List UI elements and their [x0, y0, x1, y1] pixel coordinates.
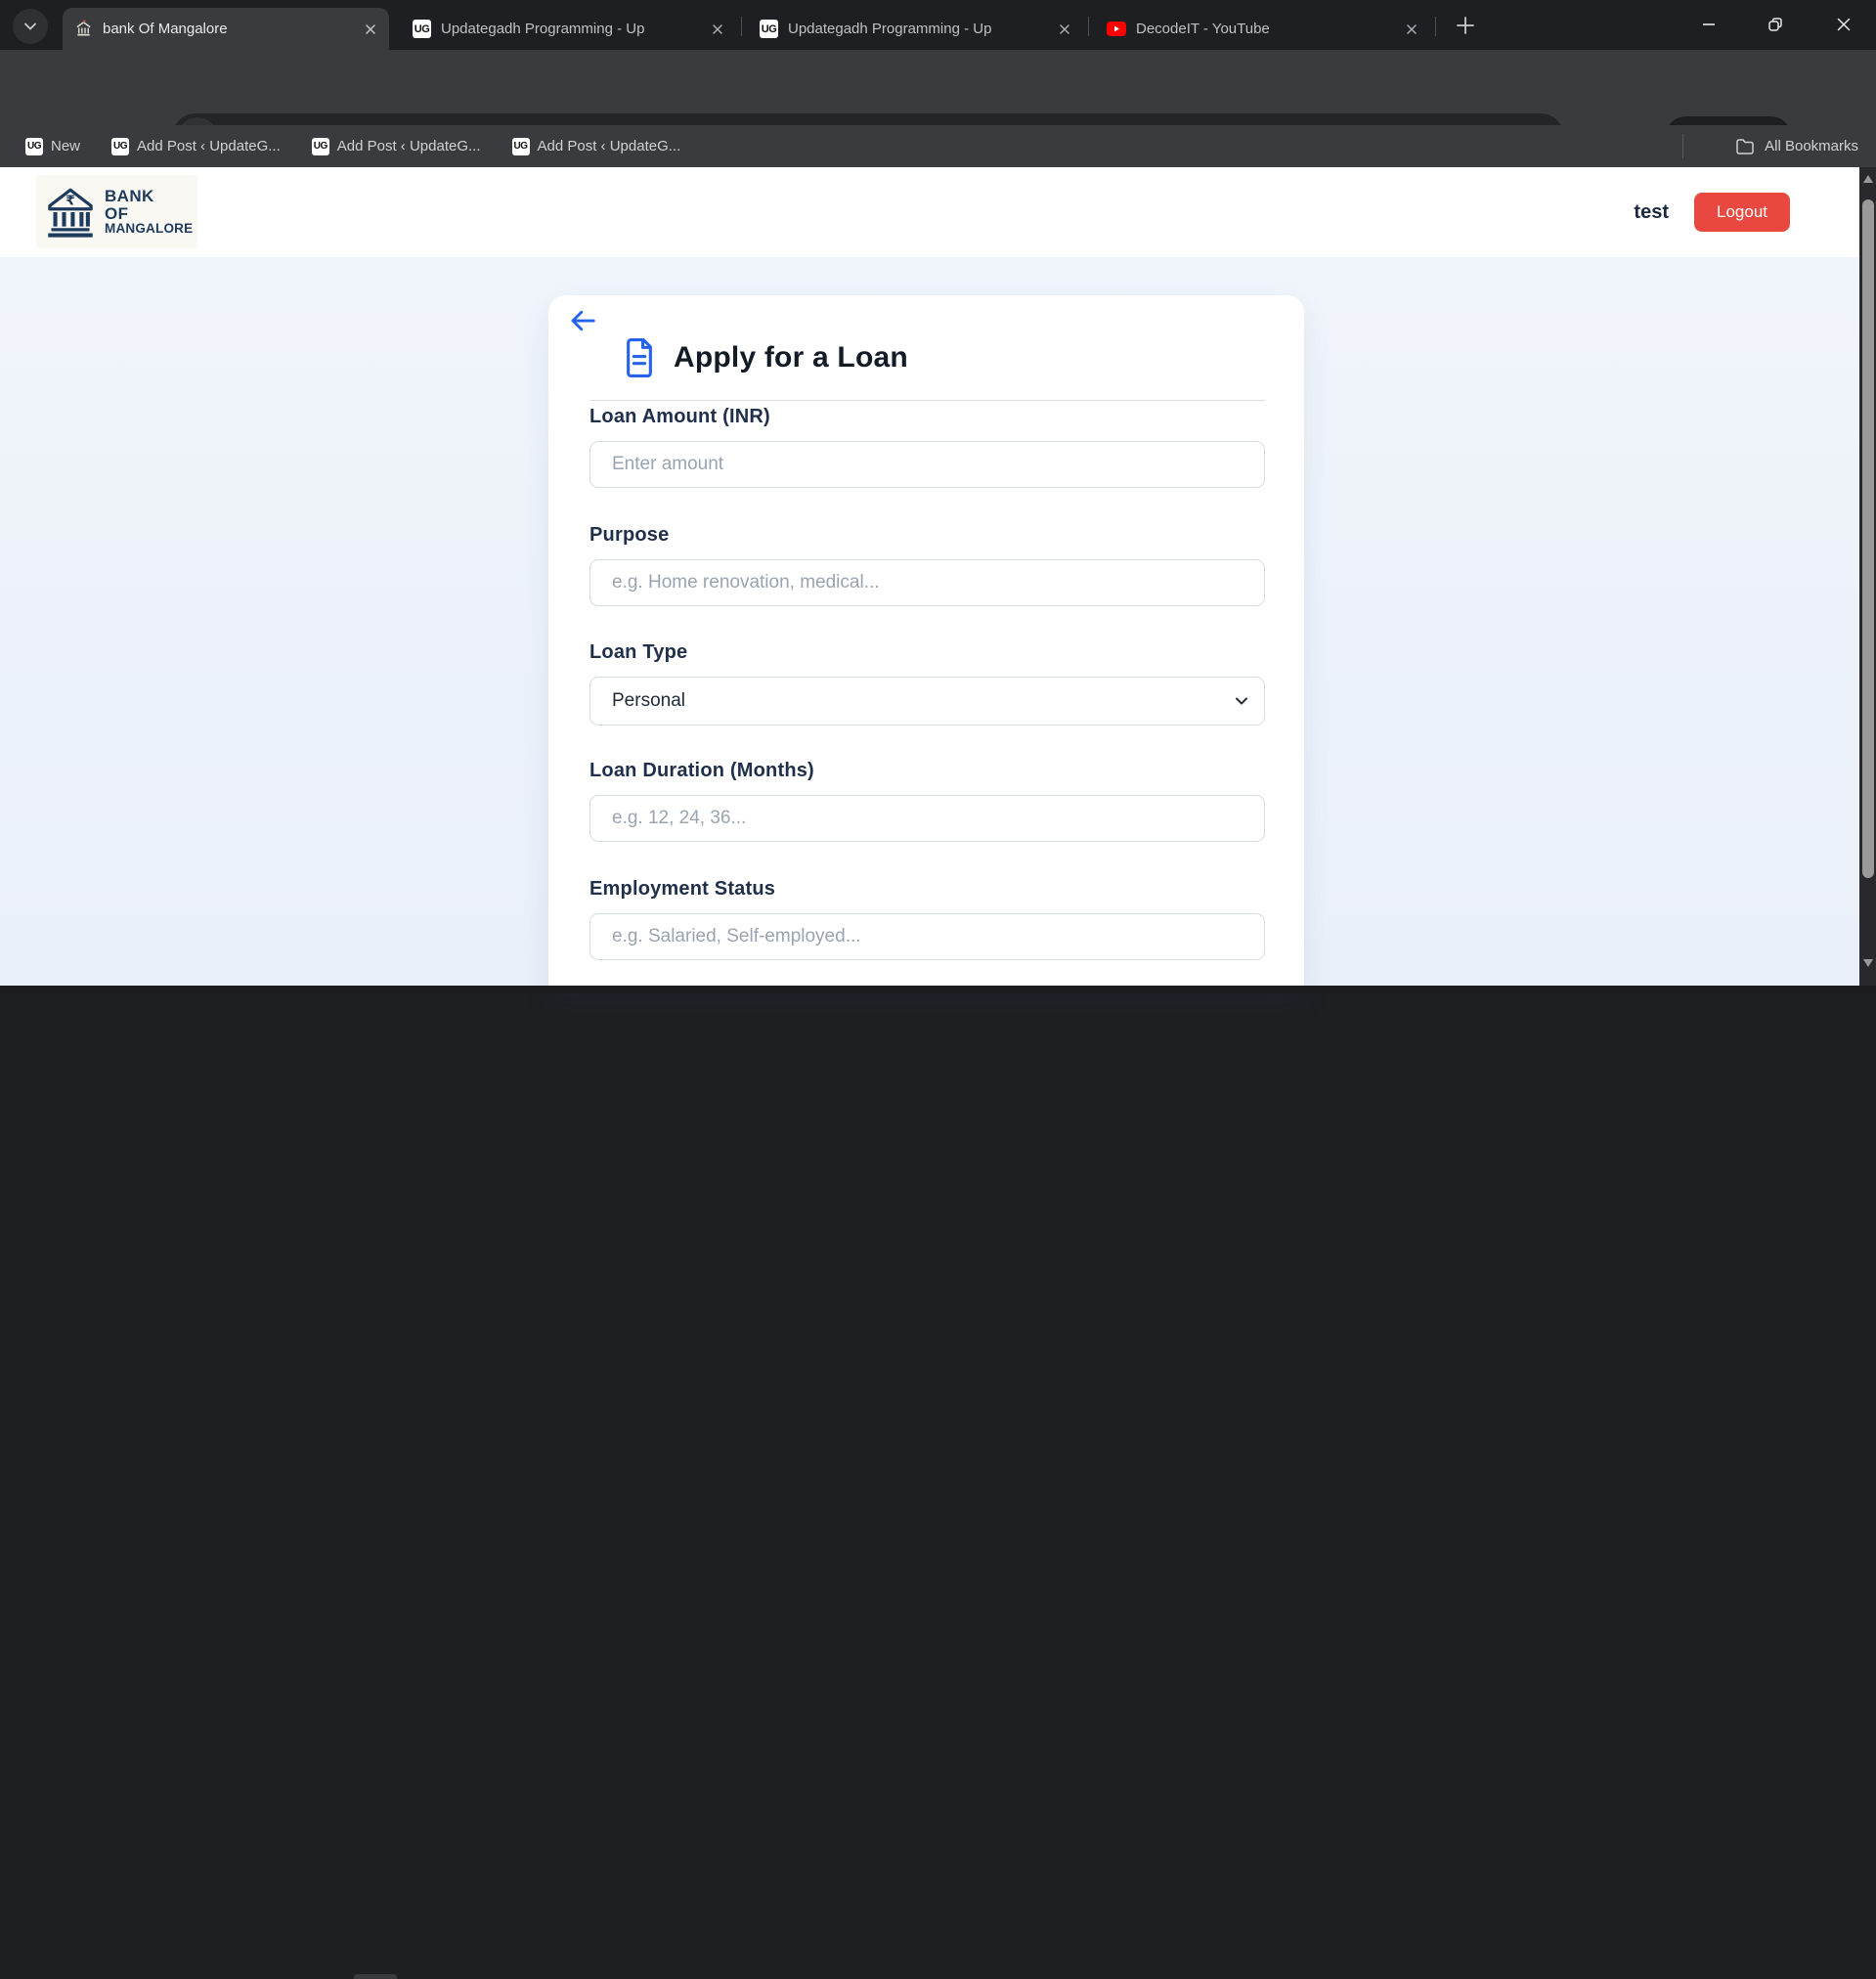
field-employment-status: Employment Status — [589, 878, 1265, 960]
chevron-down-icon — [1233, 692, 1250, 710]
tab-close-icon[interactable] — [1058, 22, 1071, 36]
tab-separator — [1088, 17, 1089, 36]
bookmark-add-post-1[interactable]: UG Add Post ‹ UpdateG... — [111, 138, 281, 155]
close-icon — [1836, 17, 1852, 32]
tab-title: Updategadh Programming - Up — [441, 21, 701, 37]
bookmark-label: Add Post ‹ UpdateG... — [137, 138, 281, 154]
bank-logo: ₹ BANK OF MANGALORE — [36, 175, 197, 248]
scroll-down-arrow-icon[interactable] — [1863, 959, 1873, 967]
bookmark-label: Add Post ‹ UpdateG... — [337, 138, 481, 154]
tab-decodeit-youtube[interactable]: DecodeIT - YouTube — [1095, 8, 1430, 50]
loan-duration-input[interactable] — [589, 795, 1265, 842]
tab-separator — [1435, 17, 1436, 36]
username: test — [1634, 201, 1669, 224]
form-title: Apply for a Loan — [674, 341, 908, 374]
loan-duration-label: Loan Duration (Months) — [589, 760, 1265, 782]
webpage: ₹ BANK OF MANGALORE test Logout — [0, 167, 1876, 986]
tab-close-icon[interactable] — [1405, 22, 1418, 36]
employment-status-input[interactable] — [589, 913, 1265, 960]
loan-type-select[interactable]: Personal — [589, 677, 1265, 726]
field-loan-type: Loan Type Personal — [589, 641, 1265, 726]
tab-search-button[interactable] — [13, 9, 48, 44]
all-bookmarks-label: All Bookmarks — [1765, 138, 1858, 154]
window-minimize-button[interactable] — [1682, 0, 1735, 49]
blue-back-arrow-icon — [568, 306, 597, 335]
window-close-button[interactable] — [1817, 0, 1870, 49]
site-header: ₹ BANK OF MANGALORE test Logout — [0, 167, 1859, 257]
taskbar-icon-peek — [354, 1974, 397, 1979]
browser-toolbar: localhost:5173/customer/loan Incognito — [0, 50, 1876, 125]
ug-favicon-icon: UG — [25, 138, 43, 155]
tab-bank-of-mangalore[interactable]: bank Of Mangalore — [63, 8, 389, 50]
bank-favicon-icon — [74, 20, 93, 38]
divider — [589, 400, 1265, 401]
tab-close-icon[interactable] — [711, 22, 724, 36]
folder-icon — [1735, 138, 1755, 155]
tab-title: bank Of Mangalore — [103, 21, 354, 37]
ug-favicon-icon: UG — [111, 138, 129, 155]
loan-amount-input[interactable] — [589, 441, 1265, 488]
back-to-dashboard-button[interactable] — [568, 306, 597, 335]
tab-title: Updategadh Programming - Up — [788, 21, 1048, 37]
ug-favicon-icon: UG — [413, 20, 431, 38]
bookmarks-bar: UG New UG Add Post ‹ UpdateG... UG Add P… — [0, 125, 1876, 167]
tab-separator — [741, 17, 742, 36]
plus-icon — [1455, 15, 1476, 36]
bookmarks-separator — [1682, 134, 1683, 158]
loan-type-label: Loan Type — [589, 641, 1265, 664]
page-scrollbar[interactable] — [1859, 167, 1876, 986]
ug-favicon-icon: UG — [760, 20, 778, 38]
purpose-label: Purpose — [589, 524, 1265, 547]
restore-icon — [1767, 16, 1784, 33]
bank-building-icon: ₹ — [45, 185, 96, 240]
youtube-favicon-icon — [1107, 22, 1126, 36]
all-bookmarks-button[interactable]: All Bookmarks — [1735, 125, 1858, 167]
purpose-input[interactable] — [589, 559, 1265, 606]
scrollbar-thumb[interactable] — [1862, 199, 1874, 878]
window-restore-button[interactable] — [1749, 0, 1802, 49]
bookmark-new[interactable]: UG New — [25, 138, 80, 155]
loan-amount-label: Loan Amount (INR) — [589, 406, 1265, 428]
ug-favicon-icon: UG — [512, 138, 530, 155]
tab-strip: bank Of Mangalore UG Updategadh Programm… — [0, 0, 1876, 50]
scroll-up-arrow-icon[interactable] — [1863, 175, 1873, 183]
loan-application-card: Apply for a Loan Loan Amount (INR) Purpo… — [548, 295, 1304, 993]
tab-updategadh-2[interactable]: UG Updategadh Programming - Up — [748, 8, 1083, 50]
bookmark-add-post-3[interactable]: UG Add Post ‹ UpdateG... — [512, 138, 681, 155]
chevron-down-icon — [23, 20, 37, 33]
bookmark-label: Add Post ‹ UpdateG... — [538, 138, 681, 154]
loan-type-value: Personal — [612, 690, 685, 712]
tab-close-icon[interactable] — [364, 22, 377, 36]
svg-text:₹: ₹ — [65, 193, 75, 208]
employment-status-label: Employment Status — [589, 878, 1265, 901]
tab-title: DecodeIT - YouTube — [1136, 21, 1395, 37]
ug-favicon-icon: UG — [312, 138, 329, 155]
tab-updategadh-1[interactable]: UG Updategadh Programming - Up — [401, 8, 736, 50]
bookmark-add-post-2[interactable]: UG Add Post ‹ UpdateG... — [312, 138, 481, 155]
bank-logo-text: BANK OF MANGALORE — [105, 188, 193, 235]
form-title-row: Apply for a Loan — [623, 338, 908, 377]
field-purpose: Purpose — [589, 524, 1265, 606]
field-loan-amount: Loan Amount (INR) — [589, 406, 1265, 488]
document-icon — [623, 338, 656, 377]
field-loan-duration: Loan Duration (Months) — [589, 760, 1265, 842]
new-tab-button[interactable] — [1455, 15, 1476, 36]
minimize-icon — [1701, 17, 1717, 32]
logout-button[interactable]: Logout — [1694, 193, 1790, 232]
taskbar-edge — [0, 986, 1876, 993]
bookmark-label: New — [51, 138, 80, 154]
